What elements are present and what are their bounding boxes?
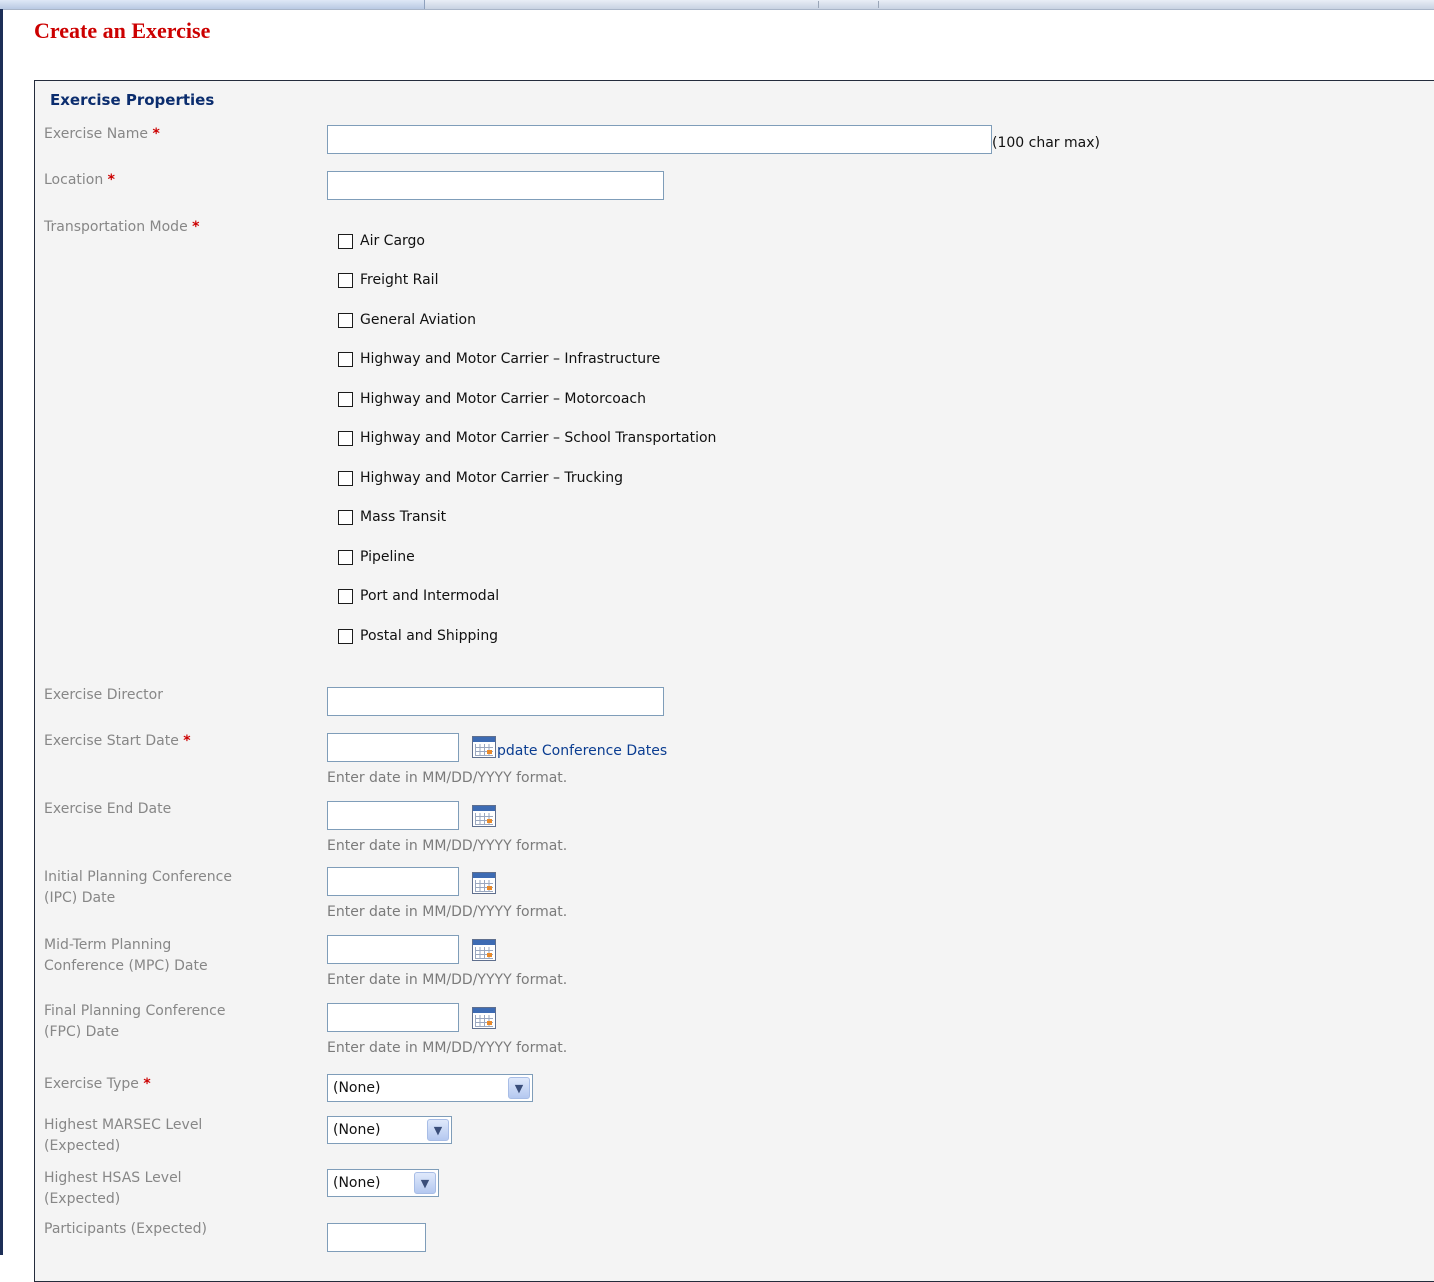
mode-option-hmc-trucking[interactable]: Highway and Motor Carrier – Trucking (338, 466, 623, 490)
mode-option-air-cargo[interactable]: Air Cargo (338, 229, 425, 253)
page-title: Create an Exercise (34, 18, 211, 43)
hsas-level-select[interactable]: (None) ▼ (327, 1169, 439, 1197)
chevron-down-icon[interactable]: ▼ (414, 1172, 436, 1194)
ipc-date-label: Initial Planning Conference (IPC) Date (44, 869, 232, 906)
update-conference-dates-link[interactable]: pdate Conference Dates (497, 743, 667, 759)
mode-option-hmc-infrastructure[interactable]: Highway and Motor Carrier – Infrastructu… (338, 347, 660, 371)
checkbox[interactable] (338, 272, 353, 288)
divider (818, 1, 819, 8)
exercise-name-label: Exercise Name * (44, 126, 160, 142)
mode-option-hmc-motorcoach[interactable]: Highway and Motor Carrier – Motorcoach (338, 387, 646, 411)
end-date-input[interactable] (327, 801, 459, 830)
date-format-hint: Enter date in MM/DD/YYYY format. (327, 1040, 568, 1056)
checkbox[interactable] (338, 233, 353, 249)
exercise-director-input[interactable] (327, 687, 664, 716)
required-marker: * (143, 1076, 151, 1092)
mode-option-general-aviation[interactable]: General Aviation (338, 308, 476, 332)
participants-input[interactable] (327, 1223, 426, 1252)
mode-option-hmc-school-transportation[interactable]: Highway and Motor Carrier – School Trans… (338, 426, 716, 450)
exercise-type-label: Exercise Type * (44, 1076, 151, 1092)
section-heading: Exercise Properties (50, 91, 215, 109)
char-limit-note: (100 char max) (992, 135, 1100, 151)
checkbox[interactable] (338, 509, 353, 525)
checkbox[interactable] (338, 351, 353, 367)
hsas-level-label: Highest HSAS Level (Expected) (44, 1170, 182, 1207)
mode-option-postal-shipping[interactable]: Postal and Shipping (338, 624, 498, 648)
checkbox[interactable] (338, 588, 353, 604)
checkbox[interactable] (338, 312, 353, 328)
mpc-date-input[interactable] (327, 935, 459, 964)
checkbox[interactable] (338, 430, 353, 446)
mpc-date-label: Mid-Term Planning Conference (MPC) Date (44, 937, 208, 974)
checkbox[interactable] (338, 391, 353, 407)
calendar-icon[interactable] (472, 872, 496, 894)
transportation-mode-label: Transportation Mode * (44, 219, 200, 235)
required-marker: * (107, 172, 115, 188)
left-border (0, 9, 3, 1255)
fpc-date-label: Final Planning Conference (FPC) Date (44, 1003, 226, 1040)
calendar-icon[interactable] (472, 736, 496, 758)
exercise-director-label: Exercise Director (44, 687, 163, 703)
exercise-name-input[interactable] (327, 125, 992, 154)
checkbox[interactable] (338, 549, 353, 565)
end-date-label: Exercise End Date (44, 801, 172, 817)
mode-option-mass-transit[interactable]: Mass Transit (338, 505, 446, 529)
date-format-hint: Enter date in MM/DD/YYYY format. (327, 770, 568, 786)
date-format-hint: Enter date in MM/DD/YYYY format. (327, 972, 568, 988)
location-label: Location * (44, 172, 115, 188)
mode-option-freight-rail[interactable]: Freight Rail (338, 268, 438, 292)
marsec-level-label: Highest MARSEC Level (Expected) (44, 1117, 203, 1154)
participants-label: Participants (Expected) (44, 1221, 207, 1237)
date-format-hint: Enter date in MM/DD/YYYY format. (327, 838, 568, 854)
marsec-level-select[interactable]: (None) ▼ (327, 1116, 452, 1144)
exercise-type-select[interactable]: (None) ▼ (327, 1074, 533, 1102)
required-marker: * (183, 733, 191, 749)
location-input[interactable] (327, 171, 664, 200)
chevron-down-icon[interactable]: ▼ (427, 1119, 449, 1141)
required-marker: * (152, 126, 160, 142)
chevron-down-icon[interactable]: ▼ (508, 1077, 530, 1099)
checkbox[interactable] (338, 470, 353, 486)
calendar-icon[interactable] (472, 805, 496, 827)
ipc-date-input[interactable] (327, 867, 459, 896)
required-marker: * (192, 219, 200, 235)
mode-option-port-intermodal[interactable]: Port and Intermodal (338, 584, 499, 608)
checkbox[interactable] (338, 628, 353, 644)
divider (878, 1, 879, 8)
calendar-icon[interactable] (472, 939, 496, 961)
exercise-properties-panel: Exercise Properties Exercise Name * (100… (34, 80, 1434, 1282)
calendar-icon[interactable] (472, 1007, 496, 1029)
browser-tab-strip (0, 0, 425, 9)
mode-option-pipeline[interactable]: Pipeline (338, 545, 415, 569)
date-format-hint: Enter date in MM/DD/YYYY format. (327, 904, 568, 920)
start-date-input[interactable] (327, 733, 459, 762)
fpc-date-input[interactable] (327, 1003, 459, 1032)
browser-top-bar (0, 0, 1434, 10)
start-date-label: Exercise Start Date * (44, 733, 191, 749)
